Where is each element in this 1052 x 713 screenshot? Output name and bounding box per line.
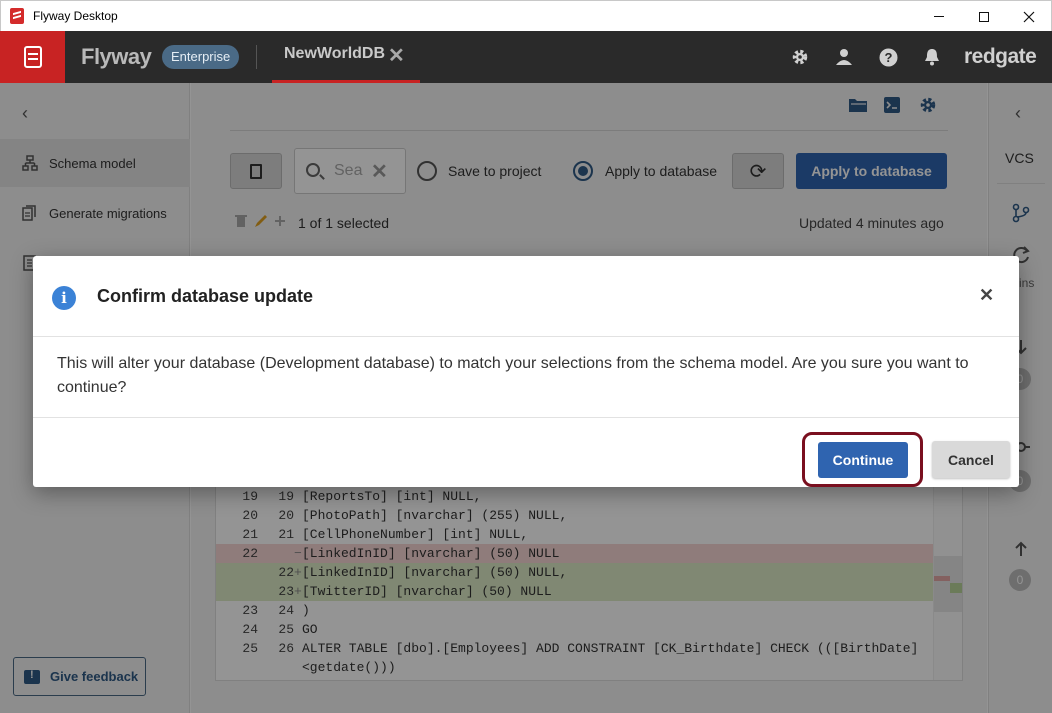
svg-text:?: ?: [884, 50, 892, 65]
dialog-title: Confirm database update: [97, 286, 314, 306]
minimize-button[interactable]: [916, 1, 962, 32]
minimize-icon: [934, 16, 944, 17]
cancel-button[interactable]: Cancel: [932, 441, 1010, 478]
dialog-message: This will alter your database (Developme…: [57, 355, 969, 396]
window-close-button[interactable]: [1006, 1, 1052, 32]
flyway-app-icon: [10, 8, 24, 24]
window-title: Flyway Desktop: [33, 9, 118, 23]
dialog-close-icon[interactable]: ✕: [979, 285, 994, 306]
flyway-logo-icon: [23, 46, 42, 68]
dialog-header-divider: [33, 336, 1019, 337]
window-titlebar: Flyway Desktop: [0, 0, 1052, 31]
app-header: Flyway Enterprise NewWorldDB ✕ ? redgate: [0, 31, 1052, 83]
flyway-logo[interactable]: [0, 31, 65, 83]
continue-highlight-annotation: [802, 432, 923, 487]
maximize-icon: [979, 11, 989, 22]
tab-close-icon[interactable]: ✕: [388, 43, 405, 68]
tab-newworlddb[interactable]: NewWorldDB ✕: [272, 31, 420, 83]
gear-icon[interactable]: [789, 46, 811, 68]
window-close-icon: [1023, 11, 1035, 22]
info-icon: i: [52, 286, 76, 310]
user-icon[interactable]: [833, 46, 855, 68]
brand-name: Flyway: [81, 44, 152, 69]
dialog-footer-divider: [33, 417, 1019, 418]
maximize-button[interactable]: [961, 1, 1007, 32]
edition-badge: Enterprise: [162, 45, 240, 69]
header-divider: [256, 45, 257, 69]
redgate-logo[interactable]: redgate: [964, 45, 1037, 69]
tab-label: NewWorldDB: [284, 45, 386, 62]
help-icon[interactable]: ?: [877, 46, 899, 68]
bell-icon[interactable]: [921, 46, 943, 68]
